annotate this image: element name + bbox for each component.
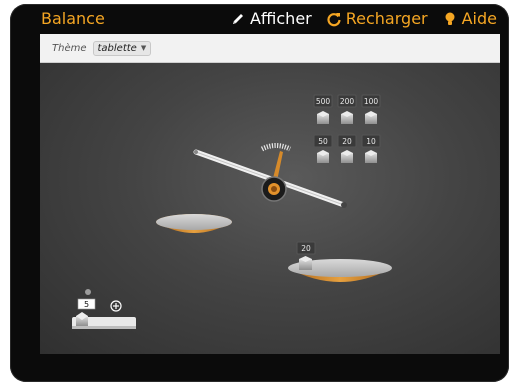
mystery-object[interactable] [76,312,88,326]
weight-200[interactable]: 200 [337,94,357,124]
left-pan[interactable] [156,214,232,233]
show-button[interactable]: Afficher [230,9,312,28]
reload-icon [326,11,342,27]
reload-label: Recharger [345,9,428,28]
help-button[interactable]: Aide [442,9,497,28]
quantity-counter: 5 [77,289,122,312]
title-bar: Balance Afficher Recharger Aide [10,4,509,34]
pivot [261,176,287,202]
add-button[interactable] [110,300,122,312]
weight-label: 100 [364,97,379,106]
balance-workspace: Thème tablette ▼ 500 200 100 50 20 10 20… [40,34,500,354]
pencil-icon [230,11,246,27]
lightbulb-icon [442,11,458,27]
weight-label: 20 [301,244,311,253]
weight-label: 50 [318,137,328,146]
weight-label: 200 [340,97,355,106]
decrement-button[interactable] [85,289,91,295]
reload-button[interactable]: Recharger [326,9,428,28]
weight-100[interactable]: 100 [361,94,381,124]
weight-label: 500 [316,97,331,106]
weight-500[interactable]: 500 [313,94,333,124]
help-label: Aide [461,9,497,28]
tablet-frame: Balance Afficher Recharger Aide Thème ta… [10,4,509,382]
weight-label: 20 [342,137,352,146]
weight-10[interactable]: 10 [361,134,381,163]
top-menu: Afficher Recharger Aide [230,9,497,28]
weight-20[interactable]: 20 [337,134,357,163]
weight-stock: 500 200 100 50 20 10 [313,94,381,163]
weight-label: 10 [366,137,376,146]
app-title: Balance [41,9,105,28]
weight-50[interactable]: 50 [313,134,333,163]
show-label: Afficher [249,9,312,28]
counter-value: 5 [84,300,89,309]
balance-scene: 500 200 100 50 20 10 20 5 [72,94,392,329]
